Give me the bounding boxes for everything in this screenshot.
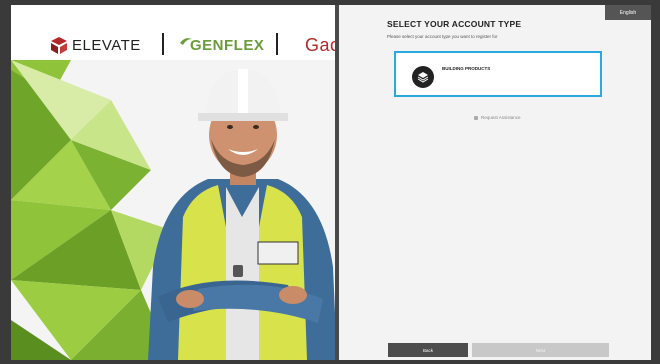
page-title: SELECT YOUR ACCOUNT TYPE bbox=[387, 19, 522, 29]
request-assistance-label: Request Assistance bbox=[481, 115, 521, 120]
language-selector[interactable]: English bbox=[605, 5, 651, 20]
elevate-brand: ELEVATE bbox=[72, 37, 141, 54]
genflex-brand: GENFLEX bbox=[190, 37, 265, 54]
gaco-brand: Gac bbox=[305, 35, 337, 55]
brand-separator bbox=[162, 33, 164, 55]
form-footer: Back Next bbox=[339, 340, 651, 360]
elevate-logo-icon bbox=[51, 37, 67, 54]
layers-icon bbox=[412, 66, 434, 88]
next-button[interactable]: Next bbox=[472, 343, 609, 357]
brand-separator-2 bbox=[276, 33, 278, 55]
back-button[interactable]: Back bbox=[388, 343, 468, 357]
account-option-label: BUILDING PRODUCTS bbox=[442, 66, 491, 71]
account-option-building-products[interactable]: BUILDING PRODUCTS bbox=[394, 51, 602, 97]
brand-panel: ELEVATE GENFLEX Gac bbox=[11, 5, 337, 360]
assistance-icon bbox=[474, 115, 478, 120]
app-frame: ELEVATE GENFLEX Gac English SELECT YOUR … bbox=[11, 5, 651, 360]
brand-logos: ELEVATE GENFLEX Gac bbox=[11, 27, 337, 67]
account-type-panel: English SELECT YOUR ACCOUNT TYPE Please … bbox=[339, 5, 651, 360]
request-assistance-link[interactable]: Request Assistance bbox=[474, 115, 521, 120]
worker-photo bbox=[148, 69, 337, 360]
page-subtitle: Please select your account type you want… bbox=[387, 34, 498, 39]
